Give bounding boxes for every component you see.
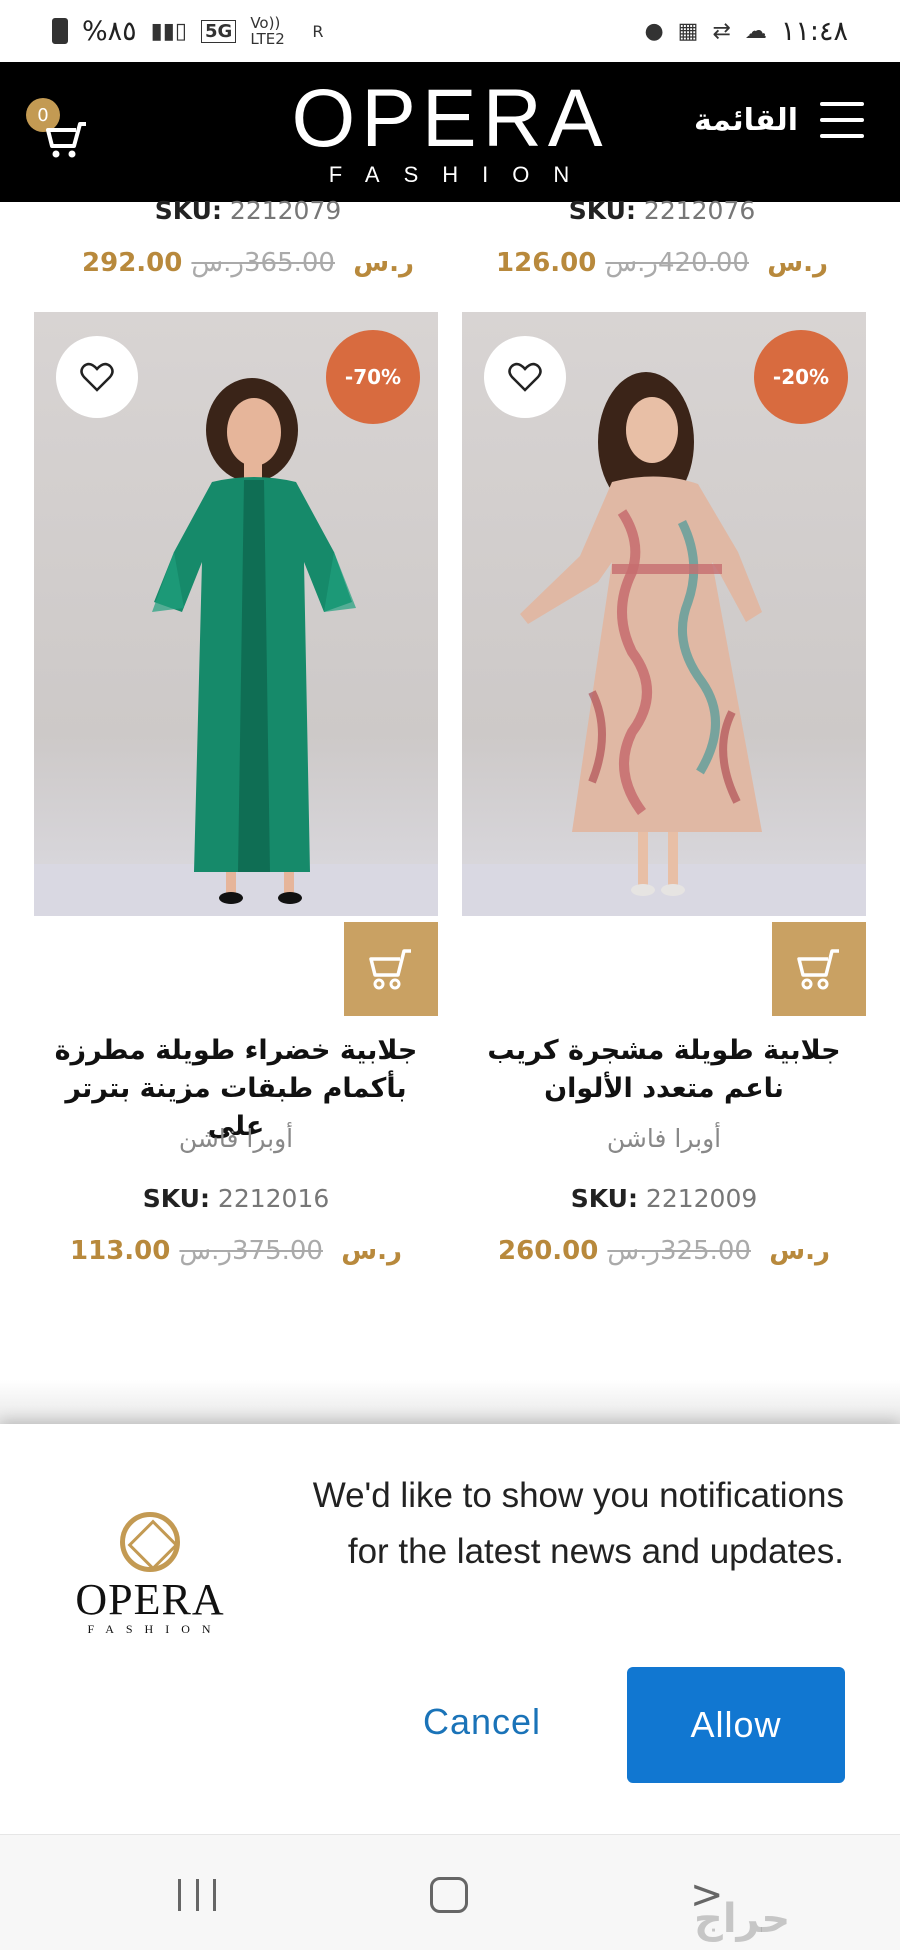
recent-apps-button[interactable] (178, 1879, 216, 1911)
original-price: 325.00ر.س (607, 1236, 751, 1266)
original-price: 365.00ر.س (191, 248, 335, 278)
product-sku: SKU: 2212076 (452, 196, 872, 225)
prompt-logo: OPERA FASHION (62, 1512, 238, 1637)
network-5g: 5G (201, 19, 237, 43)
prompt-message: We'd like to show you notifications for … (312, 1476, 844, 1571)
heart-icon (508, 362, 542, 392)
cart-icon (797, 949, 839, 990)
wishlist-button[interactable] (56, 336, 138, 418)
discount-badge: -70% (326, 330, 420, 424)
site-header: 0 OPERA FASHION القائمة (0, 62, 900, 202)
prompt-shadow (0, 1380, 900, 1424)
calendar-icon: ▦ (677, 18, 699, 44)
logo-wordmark: OPERA (291, 73, 609, 164)
product-price: 113.00 ر.س 375.00ر.س (34, 1236, 438, 1266)
original-price: 420.00ر.س (605, 248, 749, 278)
product-price: 292.00 ر.س 365.00ر.س (38, 248, 458, 278)
battery-icon (52, 18, 68, 44)
product-image[interactable]: -20% (462, 312, 866, 916)
discount-badge: -20% (754, 330, 848, 424)
network-lte: Vo)) LTE2 (250, 14, 285, 48)
product-sku: SKU: 2212009 (462, 1184, 866, 1213)
add-to-cart-button[interactable] (772, 922, 866, 1016)
notification-prompt: OPERA FASHION We'd like to show you noti… (0, 1424, 900, 1834)
product-brand: أوبرا فاشن (606, 1124, 722, 1153)
sku-value: 2212079 (229, 196, 342, 225)
allow-button[interactable]: Allow (627, 1667, 845, 1783)
original-price: 375.00ر.س (179, 1236, 323, 1266)
prompt-logo-tagline: FASHION (87, 1622, 223, 1636)
prompt-logo-wordmark: OPERA (75, 1575, 225, 1624)
previous-products-row: SKU: 2212079 292.00 ر.س 365.00ر.س SKU: 2… (0, 196, 900, 302)
signal-icon: ▮▮▯ (150, 18, 187, 44)
site-logo[interactable]: OPERA FASHION (290, 78, 610, 188)
product-price: 260.00 ر.س 325.00ر.س (462, 1236, 866, 1266)
logo-tagline: FASHION (328, 162, 594, 187)
sku-label: SKU: (570, 1184, 638, 1213)
watermark: حراج (694, 1896, 791, 1942)
sku-label: SKU: (154, 196, 222, 225)
cart-icon (46, 122, 86, 158)
product-sku: SKU: 2212016 (34, 1184, 438, 1213)
cart-icon (369, 949, 411, 990)
product-sku: SKU: 2212079 (38, 196, 458, 225)
sku-label: SKU: (142, 1184, 210, 1213)
menu-button[interactable]: القائمة (694, 102, 864, 138)
cloud-icon: ☁ (744, 18, 767, 44)
product-name[interactable]: جلابية طويلة مشجرة كريب ناعم متعدد الألو… (462, 1032, 866, 1108)
battery-level: %٨٥ (82, 15, 137, 47)
sku-value: 2212009 (645, 1184, 758, 1213)
product-brand: أوبرا فاشن (178, 1124, 294, 1153)
product-card[interactable]: -20% جلابية طويلة مشجرة كريب ناعم متعدد … (462, 312, 866, 1266)
menu-label: القائمة (694, 102, 798, 138)
clock: ١١:٤٨ (780, 15, 848, 47)
sku-value: 2212076 (643, 196, 756, 225)
product-card[interactable]: -70% جلابية خضراء طويلة مطرزة بأكمام طبق… (34, 312, 438, 1266)
home-button[interactable] (430, 1877, 468, 1913)
sku-value: 2212016 (217, 1184, 330, 1213)
heart-icon (80, 362, 114, 392)
cart-button[interactable]: 0 (26, 98, 96, 168)
cancel-button[interactable]: Cancel (402, 1682, 562, 1762)
hamburger-icon (820, 102, 864, 138)
roaming-indicator: R (312, 21, 324, 41)
status-bar: %٨٥ ▮▮▯ 5G Vo)) LTE2 R ● ▦ ⇄ ☁ ١١:٤٨ (0, 0, 900, 62)
sync-icon: ⇄ (712, 18, 731, 44)
add-to-cart-button[interactable] (344, 922, 438, 1016)
status-right: ● ▦ ⇄ ☁ ١١:٤٨ (644, 16, 848, 47)
wishlist-button[interactable] (484, 336, 566, 418)
logo-emblem-icon (120, 1512, 180, 1572)
product-price: 126.00 ر.س 420.00ر.س (452, 248, 872, 278)
product-image[interactable]: -70% (34, 312, 438, 916)
sku-label: SKU: (568, 196, 636, 225)
dot-icon: ● (644, 18, 664, 44)
status-left: %٨٥ ▮▮▯ 5G Vo)) LTE2 R (52, 15, 323, 47)
